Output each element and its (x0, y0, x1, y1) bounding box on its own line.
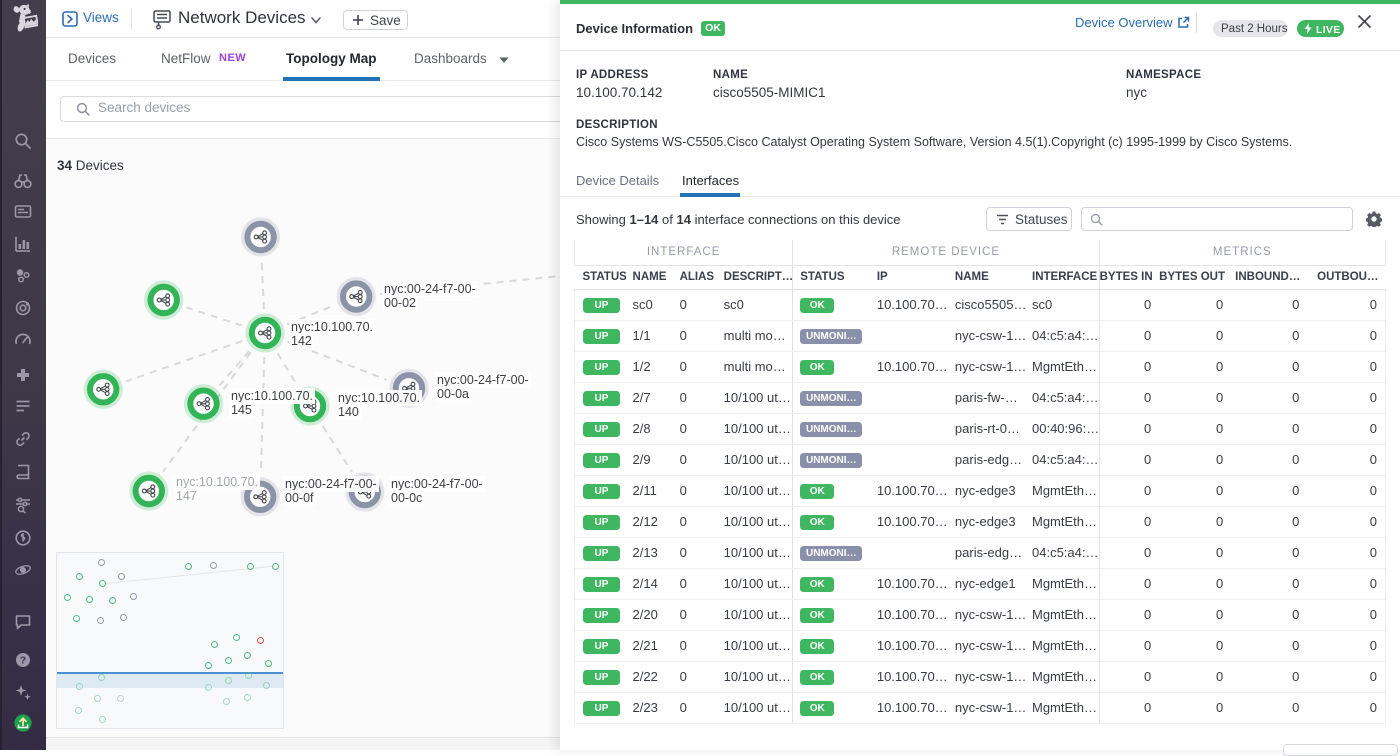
svg-text:?: ? (20, 655, 26, 667)
